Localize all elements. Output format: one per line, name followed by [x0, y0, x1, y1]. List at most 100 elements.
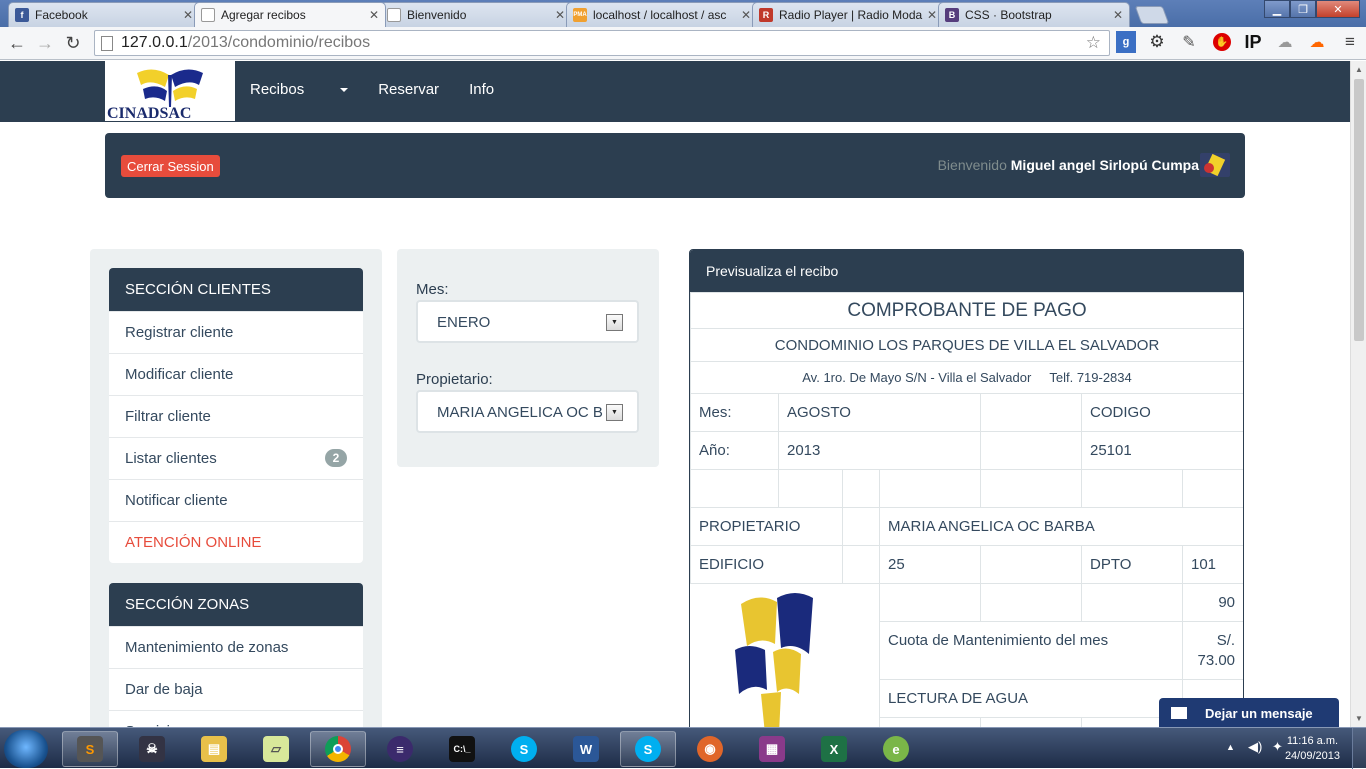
- leave-message-button[interactable]: Dejar un mensaje: [1159, 698, 1339, 727]
- address-bar[interactable]: 127.0.0.1/2013/condominio/recibos ☆: [94, 30, 1110, 56]
- codigo-cell-value: 25101: [1080, 431, 1243, 470]
- tab-agregar-recibos[interactable]: Agregar recibos ✕: [194, 2, 386, 27]
- clients-panel-title: SECCIÓN CLIENTES: [109, 268, 363, 311]
- zones-panel-title: SECCIÓN ZONAS: [109, 583, 363, 626]
- propietario-select[interactable]: MARIA ANGELICA OC B ▼: [416, 390, 639, 433]
- scroll-down-icon[interactable]: ▼: [1355, 714, 1363, 723]
- sidebar-item-notificar-cliente[interactable]: Notificar cliente: [109, 479, 363, 521]
- receipt-panel-title: Previsualiza el recibo: [690, 250, 1243, 292]
- taskbar-cmd-icon[interactable]: C:\_: [434, 731, 490, 767]
- tab-bootstrap[interactable]: B CSS · Bootstrap ✕: [938, 2, 1130, 27]
- scroll-up-icon[interactable]: ▲: [1355, 65, 1363, 74]
- page-icon: [101, 35, 113, 51]
- tab-radio-player[interactable]: R Radio Player | Radio Moda ✕: [752, 2, 944, 27]
- taskbar-excel-icon[interactable]: X: [806, 731, 862, 767]
- clients-count-badge: 2: [325, 449, 347, 467]
- browser-toolbar: ← → ↻ 127.0.0.1/2013/condominio/recibos …: [0, 27, 1366, 60]
- logo-mark-icon: [137, 69, 203, 107]
- tab-phpmyadmin[interactable]: PMA localhost / localhost / asc ✕: [566, 2, 758, 27]
- dropdown-arrow-icon: ▼: [606, 404, 623, 421]
- soundcloud-icon[interactable]: ☁: [1304, 31, 1330, 53]
- site-navbar: CINADSAC Recibos Reservar Info: [0, 61, 1350, 122]
- avatar: [1200, 153, 1230, 177]
- cinadsac-logo[interactable]: CINADSAC: [105, 61, 235, 122]
- google-extension-icon[interactable]: g: [1116, 31, 1136, 53]
- taskbar-app-icon[interactable]: ◉: [682, 731, 738, 767]
- propietario-label: Propietario:: [416, 371, 493, 388]
- taskbar-chrome-icon[interactable]: [310, 731, 366, 767]
- tools-extension-icon[interactable]: ✎: [1178, 31, 1200, 53]
- network-icon[interactable]: ✦: [1272, 739, 1283, 755]
- close-tab-icon[interactable]: ✕: [1113, 8, 1123, 22]
- maximize-button[interactable]: ❐: [1290, 0, 1316, 18]
- taskbar-explorer-icon[interactable]: ▤: [186, 731, 242, 767]
- zones-panel: SECCIÓN ZONAS Mantenimiento de zonas Dar…: [109, 583, 363, 727]
- show-desktop-button[interactable]: [1352, 728, 1366, 769]
- start-button[interactable]: [4, 730, 48, 768]
- ip-extension-icon[interactable]: IP: [1240, 31, 1266, 53]
- taskbar-notes-icon[interactable]: ▱: [248, 731, 304, 767]
- web-page: CINADSAC Recibos Reservar Info Cerrar Se…: [0, 61, 1350, 727]
- forward-button[interactable]: →: [34, 32, 56, 54]
- volume-icon[interactable]: ◀): [1248, 739, 1262, 755]
- caret-down-icon: [340, 88, 349, 93]
- radio-icon: R: [759, 8, 773, 22]
- sidebar-item-filtrar-cliente[interactable]: Filtrar cliente: [109, 395, 363, 437]
- receipt-address: Av. 1ro. De Mayo S/N - Villa el Salvador…: [690, 361, 1243, 394]
- menu-reservar[interactable]: Reservar: [378, 81, 439, 98]
- page-scrollbar[interactable]: ▲ ▼: [1350, 61, 1366, 727]
- taskbar-eclipse-icon[interactable]: ≡: [372, 731, 428, 767]
- propietario-cell-value: MARIA ANGELICA OC BARBA: [878, 507, 1243, 546]
- tab-strip: f Facebook ✕ Agregar recibos ✕ Bienvenido ✕ …: [8, 2, 1170, 27]
- sidebar-item-mantenimiento-zonas[interactable]: Mantenimiento de zonas: [109, 626, 363, 668]
- taskbar: S ☠ ▤ ▱ ≡ C:\_ S W S ◉ ▦ X e ▲ ◀) ✦ 11:1…: [0, 727, 1366, 769]
- taskbar-skype-icon[interactable]: S: [496, 731, 552, 767]
- menu-info[interactable]: Info: [469, 81, 494, 98]
- taskbar-sublime-icon[interactable]: S: [62, 731, 118, 767]
- tab-bienvenido[interactable]: Bienvenido ✕: [380, 2, 572, 27]
- close-tab-icon[interactable]: ✕: [369, 8, 379, 22]
- facebook-icon: f: [15, 8, 29, 22]
- receipt-table: COMPROBANTE DE PAGO CONDOMINIO LOS PARQU…: [690, 292, 1243, 727]
- sidebar-item-registrar-cliente[interactable]: Registrar cliente: [109, 311, 363, 353]
- new-tab-button[interactable]: [1134, 6, 1170, 24]
- anio-cell-value: 2013: [778, 431, 981, 470]
- clients-panel: SECCIÓN CLIENTES Registrar cliente Modif…: [109, 268, 363, 563]
- taskbar-skype-window-icon[interactable]: S: [620, 731, 676, 767]
- phpmyadmin-icon: PMA: [573, 8, 587, 22]
- back-button[interactable]: ←: [6, 32, 28, 54]
- gear-icon[interactable]: ⚙: [1146, 31, 1168, 53]
- taskbar-game-icon[interactable]: ☠: [124, 731, 180, 767]
- close-tab-icon[interactable]: ✕: [555, 8, 565, 22]
- receipt-logo: [690, 583, 880, 727]
- scrollbar-thumb[interactable]: [1354, 79, 1364, 341]
- url-path: /2013/condominio/recibos: [187, 34, 371, 51]
- close-tab-icon[interactable]: ✕: [927, 8, 937, 22]
- ghost-extension-icon[interactable]: ☁: [1274, 31, 1296, 53]
- adblock-icon[interactable]: ✋: [1212, 31, 1232, 53]
- main-menu: Recibos Reservar Info: [250, 81, 524, 98]
- sidebar-item-dar-de-baja[interactable]: Dar de baja: [109, 668, 363, 710]
- reload-button[interactable]: ↻: [62, 32, 84, 54]
- mes-select[interactable]: ENERO ▼: [416, 300, 639, 343]
- dpto-cell-label: DPTO: [1081, 545, 1183, 584]
- chrome-menu-icon[interactable]: ≡: [1340, 31, 1360, 53]
- tray-expand-icon[interactable]: ▲: [1226, 742, 1235, 752]
- taskbar-winrar-icon[interactable]: ▦: [744, 731, 800, 767]
- greeting: Bienvenido Miguel angel Sirlopú Cumpa: [937, 157, 1199, 173]
- sidebar-item-servicios[interactable]: Servicios: [109, 710, 363, 727]
- close-tab-icon[interactable]: ✕: [741, 8, 751, 22]
- menu-recibos[interactable]: Recibos: [250, 81, 349, 98]
- tab-facebook[interactable]: f Facebook ✕: [8, 2, 200, 27]
- sidebar-item-modificar-cliente[interactable]: Modificar cliente: [109, 353, 363, 395]
- taskbar-word-icon[interactable]: W: [558, 731, 614, 767]
- close-tab-icon[interactable]: ✕: [183, 8, 193, 22]
- logout-button[interactable]: Cerrar Session: [121, 155, 220, 177]
- clock[interactable]: 11:16 a.m. 24/09/2013: [1285, 734, 1340, 764]
- sidebar-item-listar-clientes[interactable]: Listar clientes 2: [109, 437, 363, 479]
- close-window-button[interactable]: ✕: [1316, 0, 1360, 18]
- taskbar-dreamweaver-icon[interactable]: e: [868, 731, 924, 767]
- sidebar-item-atencion-online[interactable]: ATENCIÓN ONLINE: [109, 521, 363, 563]
- minimize-button[interactable]: ▁: [1264, 0, 1290, 18]
- bookmark-star-icon[interactable]: ☆: [1086, 33, 1101, 53]
